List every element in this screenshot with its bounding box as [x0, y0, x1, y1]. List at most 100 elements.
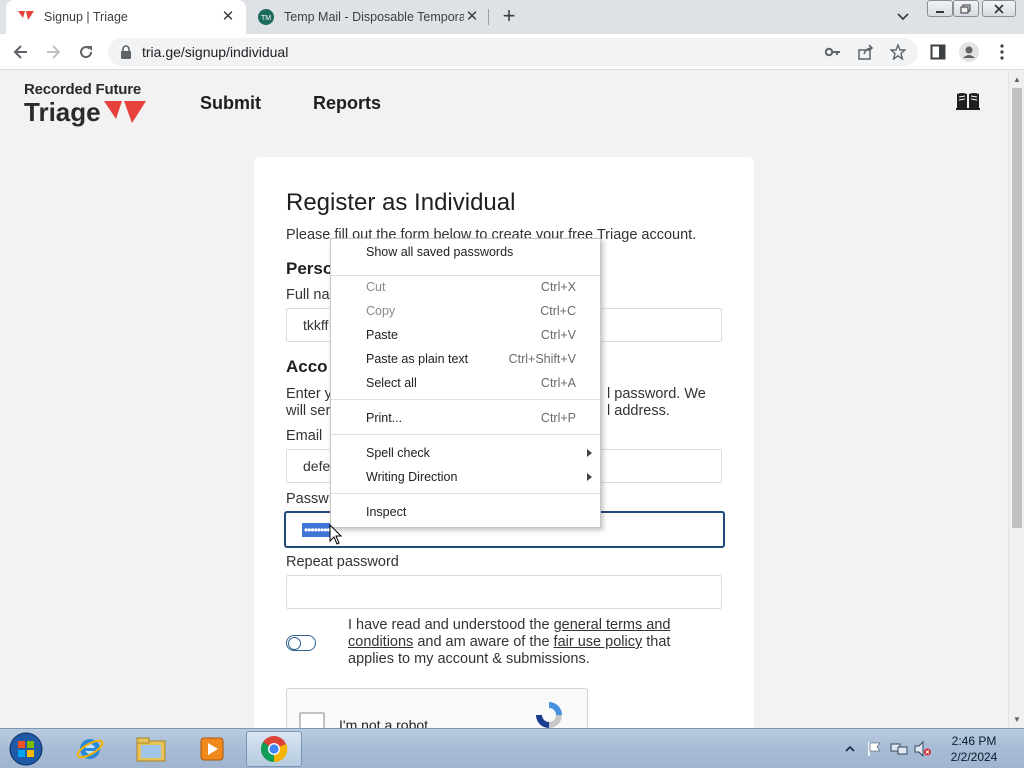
scroll-up-arrow-icon[interactable]: ▲	[1013, 75, 1021, 84]
minimize-window-icon[interactable]	[927, 0, 953, 17]
terms-prefix: I have read and understood the	[348, 617, 554, 633]
media-player-icon[interactable]	[184, 731, 240, 767]
volume-muted-icon[interactable]	[914, 729, 932, 768]
menu-item-label: Print...	[366, 411, 403, 425]
reload-icon[interactable]	[75, 41, 97, 63]
context-menu: Show all saved passwords Cut Ctrl+X Copy C…	[330, 238, 601, 528]
address-bar[interactable]: tria.ge/signup/individual	[108, 38, 918, 66]
terms-toggle[interactable]	[286, 635, 316, 651]
start-orb-icon[interactable]	[6, 731, 46, 767]
menu-item-paste[interactable]: Paste Ctrl+V	[331, 324, 600, 346]
terms-text: I have read and understood the general t…	[348, 617, 698, 668]
nav-reports[interactable]: Reports	[313, 93, 381, 114]
scroll-down-arrow-icon[interactable]: ▼	[1013, 715, 1021, 724]
menu-item-copy[interactable]: Copy Ctrl+C	[331, 300, 600, 322]
page-title: Register as Individual	[286, 189, 516, 216]
tab-temp-mail[interactable]: TM Temp Mail - Disposable Tempora ✕	[250, 0, 490, 34]
browser-menu-kebab-icon[interactable]	[992, 42, 1012, 62]
share-icon[interactable]	[857, 43, 875, 61]
menu-item-cut[interactable]: Cut Ctrl+X	[331, 276, 600, 298]
file-explorer-icon[interactable]	[123, 731, 179, 767]
tab-separator	[488, 9, 489, 25]
menu-item-label: Spell check	[366, 446, 430, 460]
menu-item-writing-direction[interactable]: Writing Direction	[331, 466, 600, 488]
menu-item-shortcut: Ctrl+P	[540, 411, 576, 425]
account-heading: Acco	[286, 357, 328, 376]
network-icon[interactable]	[890, 729, 908, 768]
chrome-icon[interactable]	[246, 731, 302, 767]
tab-signup-triage[interactable]: Signup | Triage ✕	[6, 0, 246, 34]
new-tab-plus-icon[interactable]: +	[498, 5, 520, 28]
internet-explorer-icon[interactable]	[62, 731, 118, 767]
docs-book-icon[interactable]	[956, 91, 980, 111]
repeat-password-field[interactable]	[286, 575, 722, 609]
back-arrow-icon[interactable]	[10, 41, 32, 63]
terms-mid: and am aware of the	[413, 634, 554, 650]
page-scrollbar[interactable]: ▲ ▼	[1008, 71, 1024, 728]
menu-item-label: Select all	[366, 376, 417, 390]
triage-logo-mark-icon	[104, 101, 146, 123]
key-icon[interactable]	[824, 43, 842, 61]
account-desc-line2-end: l address.	[607, 403, 670, 419]
forward-arrow-icon[interactable]	[42, 41, 64, 63]
side-panel-icon[interactable]	[928, 42, 948, 62]
menu-separator	[331, 434, 600, 435]
browser-toolbar: tria.ge/signup/individual	[0, 34, 1024, 70]
clock-date: 2/2/2024	[950, 750, 998, 764]
tab-title: Signup | Triage	[44, 10, 128, 24]
lock-icon[interactable]	[120, 45, 134, 59]
menu-item-print[interactable]: Print... Ctrl+P	[331, 407, 600, 429]
submenu-arrow-icon	[587, 473, 592, 481]
fullname-label: Full na	[286, 287, 330, 303]
close-icon[interactable]: ✕	[464, 9, 480, 25]
menu-item-show-saved-passwords[interactable]: Show all saved passwords	[331, 241, 600, 263]
account-desc-line1-start: Enter y	[286, 386, 332, 402]
password-label: Passw	[286, 491, 329, 507]
nav-submit[interactable]: Submit	[200, 93, 261, 114]
menu-item-shortcut: Ctrl+A	[540, 376, 576, 390]
close-icon[interactable]: ✕	[220, 9, 236, 25]
close-window-icon[interactable]	[982, 0, 1016, 17]
recaptcha-widget: I'm not a robot	[286, 688, 588, 728]
repeat-password-label: Repeat password	[286, 554, 399, 570]
menu-item-shortcut: Ctrl+Shift+V	[508, 352, 576, 366]
triage-logo[interactable]: Recorded Future Triage	[24, 81, 146, 126]
menu-separator	[331, 399, 600, 400]
menu-item-paste-plain-text[interactable]: Paste as plain text Ctrl+Shift+V	[331, 348, 600, 370]
profile-avatar-icon[interactable]	[959, 42, 979, 62]
url-text: tria.ge/signup/individual	[142, 44, 289, 60]
tab-title: Temp Mail - Disposable Tempora	[284, 10, 464, 24]
menu-item-spell-check[interactable]: Spell check	[331, 442, 600, 464]
windows-taskbar: 2:46 PM 2/2/2024	[0, 728, 1024, 768]
menu-item-shortcut: Ctrl+X	[540, 280, 576, 294]
scrollbar-thumb[interactable]	[1012, 88, 1022, 528]
recaptcha-checkbox[interactable]	[299, 712, 325, 728]
submenu-arrow-icon	[587, 449, 592, 457]
menu-item-inspect[interactable]: Inspect	[331, 501, 600, 523]
tab-search-chevron-icon[interactable]	[896, 9, 914, 25]
menu-item-shortcut: Ctrl+V	[540, 328, 576, 342]
show-hidden-icons-arrow-icon[interactable]	[845, 729, 855, 768]
menu-item-label: Copy	[366, 304, 396, 318]
recaptcha-label: I'm not a robot	[339, 717, 429, 728]
clock-time: 2:46 PM	[951, 734, 997, 748]
menu-item-select-all[interactable]: Select all Ctrl+A	[331, 372, 600, 394]
password-selected-value: ••••••••	[302, 522, 332, 537]
logo-recorded-future: Recorded Future	[24, 81, 142, 98]
system-clock[interactable]: 2:46 PM 2/2/2024	[938, 733, 1010, 765]
menu-item-label: Show all saved passwords	[366, 245, 514, 259]
menu-item-shortcut: Ctrl+C	[540, 304, 576, 318]
menu-item-label: Cut	[366, 280, 386, 294]
restore-window-icon[interactable]	[953, 0, 979, 17]
personal-heading: Perso	[286, 259, 334, 278]
email-value: defe	[303, 458, 331, 474]
menu-separator	[331, 493, 600, 494]
menu-item-label: Paste	[366, 328, 398, 342]
tempmail-favicon-icon: TM	[258, 9, 274, 25]
bookmark-star-icon[interactable]	[889, 43, 907, 61]
action-center-flag-icon[interactable]	[866, 729, 882, 768]
menu-item-label: Inspect	[366, 505, 407, 519]
recaptcha-logo-icon	[536, 702, 562, 728]
fair-use-policy-link[interactable]: fair use policy	[554, 634, 643, 650]
account-desc-line1-end: l password. We	[607, 386, 706, 402]
